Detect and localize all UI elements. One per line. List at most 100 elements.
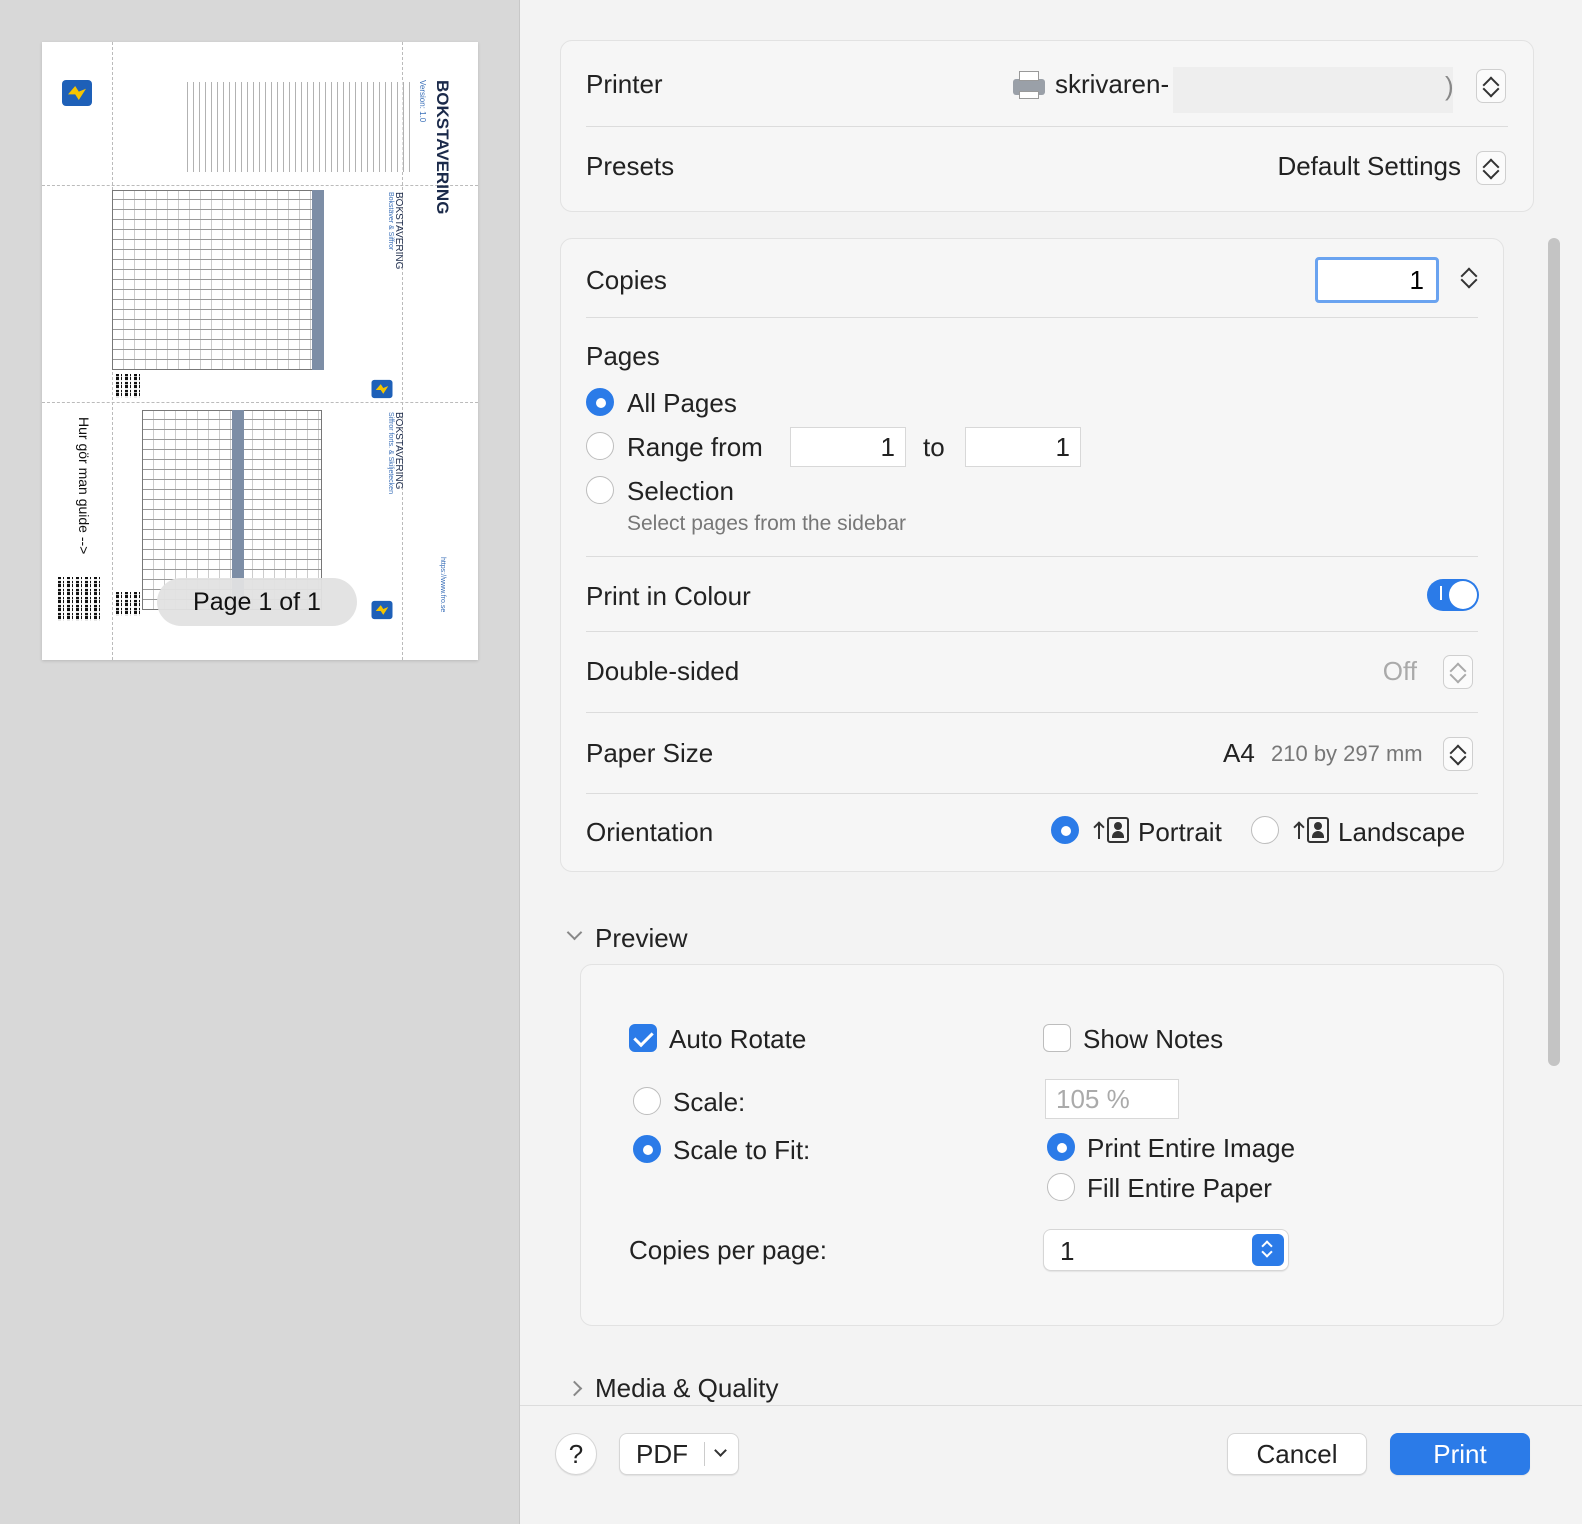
pages-label: Pages <box>586 341 660 371</box>
dialog-footer: ? PDF Cancel Print <box>520 1405 1582 1524</box>
paper-size-select[interactable]: A4 <box>1223 738 1255 769</box>
page-indicator: Page 1 of 1 <box>157 578 357 626</box>
range-from-label: Range from <box>627 432 763 462</box>
preview-sidebar: BOKSTAVERING Version: 1.0 Bokstäver & Si… <box>0 0 520 1524</box>
scale-radio[interactable] <box>633 1087 661 1115</box>
copies-per-page-label: Copies per page: <box>629 1235 828 1265</box>
doc-title: BOKSTAVERING <box>433 80 452 215</box>
copies-stepper[interactable] <box>1455 261 1485 295</box>
show-notes-label: Show Notes <box>1083 1024 1224 1054</box>
cancel-button[interactable]: Cancel <box>1227 1433 1367 1475</box>
scale-input[interactable]: 105 % <box>1045 1079 1179 1119</box>
landscape-icon <box>1307 817 1329 843</box>
divider <box>586 317 1478 318</box>
portrait-arrow-icon <box>1094 821 1104 839</box>
colour-toggle[interactable] <box>1427 579 1479 611</box>
fro-logo <box>62 80 92 106</box>
divider <box>586 712 1478 713</box>
doc-table <box>112 190 322 370</box>
pdf-menu-button[interactable]: PDF <box>619 1433 739 1475</box>
auto-rotate-label: Auto Rotate <box>669 1024 807 1054</box>
scrollbar[interactable] <box>1548 238 1560 1066</box>
printer-suffix: ) <box>1445 71 1454 101</box>
divider <box>586 126 1508 127</box>
copies-input[interactable] <box>1315 257 1439 303</box>
selection-radio[interactable] <box>586 476 614 504</box>
chevron-down-icon <box>714 1444 727 1457</box>
options-card: Copies Pages All Pages Range from 1 to 1… <box>560 238 1504 872</box>
printer-select[interactable]: skrivaren- <box>1055 69 1169 100</box>
copies-per-page-value: 1 <box>1060 1236 1075 1266</box>
scale-label: Scale: <box>673 1087 746 1117</box>
paper-size-detail: 210 by 297 mm <box>1271 741 1423 766</box>
fro-logo <box>371 600 393 620</box>
printer-name-redacted <box>1173 67 1453 113</box>
print-settings: Printer skrivaren- ) Presets Default Set… <box>520 0 1582 1405</box>
portrait-radio[interactable] <box>1051 816 1079 844</box>
printer-card: Printer skrivaren- ) Presets Default Set… <box>560 40 1534 212</box>
doc-version: Version: 1.0 <box>418 80 427 123</box>
auto-rotate-checkbox[interactable] <box>629 1024 657 1052</box>
crop-guide <box>42 402 478 403</box>
printer-icon <box>1013 71 1045 99</box>
pdf-label: PDF <box>636 1439 688 1469</box>
qr-code <box>116 374 140 398</box>
doc-table-header <box>312 190 324 370</box>
double-sided-select[interactable]: Off <box>1383 656 1417 687</box>
print-entire-image-label: Print Entire Image <box>1087 1133 1296 1163</box>
printer-label: Printer <box>586 69 663 99</box>
preview-section-title[interactable]: Preview <box>595 923 687 954</box>
print-button[interactable]: Print <box>1390 1433 1530 1475</box>
landscape-radio[interactable] <box>1251 816 1279 844</box>
fro-logo <box>371 379 393 399</box>
doc-section-title: BOKSTAVERING <box>393 412 404 490</box>
copies-per-page-select[interactable]: 1 <box>1043 1229 1289 1271</box>
preview-options-card: Auto Rotate Show Notes Scale: 105 % Scal… <box>580 964 1504 1326</box>
doc-url: https://www.fro.se <box>439 557 446 613</box>
doc-section-title: BOKSTAVERING <box>393 192 404 270</box>
divider <box>586 556 1478 557</box>
colour-label: Print in Colour <box>586 581 751 611</box>
all-pages-radio[interactable] <box>586 388 614 416</box>
crop-guide <box>42 185 478 186</box>
portrait-icon <box>1107 817 1129 843</box>
printer-popup-chevrons[interactable] <box>1476 69 1506 103</box>
range-radio[interactable] <box>586 432 614 460</box>
presets-label: Presets <box>586 151 675 181</box>
paper-size-label: Paper Size <box>586 738 714 768</box>
paper-size-chevrons[interactable] <box>1443 737 1473 771</box>
show-notes-checkbox[interactable] <box>1043 1024 1071 1052</box>
range-to-label: to <box>923 432 945 462</box>
media-quality-disclosure-icon[interactable] <box>566 1380 583 1397</box>
preview-disclosure-icon[interactable] <box>566 924 583 941</box>
double-sided-label: Double-sided <box>586 656 740 686</box>
range-start-input[interactable]: 1 <box>790 427 906 467</box>
print-entire-image-radio[interactable] <box>1047 1133 1075 1161</box>
qr-code <box>58 577 102 621</box>
fill-entire-paper-label: Fill Entire Paper <box>1087 1173 1272 1203</box>
double-sided-chevrons[interactable] <box>1443 655 1473 689</box>
selection-label: Selection <box>627 476 734 506</box>
orientation-label: Orientation <box>586 817 714 847</box>
doc-text-block <box>182 82 412 172</box>
copies-label: Copies <box>586 265 667 295</box>
scale-to-fit-label: Scale to Fit: <box>673 1135 811 1165</box>
page-thumbnail[interactable]: BOKSTAVERING Version: 1.0 Bokstäver & Si… <box>42 42 478 660</box>
popup-chevrons-icon <box>1252 1234 1284 1266</box>
range-end-input[interactable]: 1 <box>965 427 1081 467</box>
help-button[interactable]: ? <box>555 1433 597 1475</box>
selection-hint: Select pages from the sidebar <box>627 512 906 535</box>
presets-popup-chevrons[interactable] <box>1476 151 1506 185</box>
all-pages-label: All Pages <box>627 388 737 418</box>
portrait-label: Portrait <box>1138 817 1222 847</box>
landscape-label: Landscape <box>1338 817 1466 847</box>
divider <box>586 793 1478 794</box>
fill-entire-paper-radio[interactable] <box>1047 1173 1075 1201</box>
landscape-arrow-icon <box>1294 821 1304 839</box>
scale-to-fit-radio[interactable] <box>633 1135 661 1163</box>
pdf-divider <box>704 1442 705 1466</box>
media-quality-title[interactable]: Media & Quality <box>595 1373 779 1404</box>
qr-code <box>116 592 140 616</box>
presets-select[interactable]: Default Settings <box>1277 151 1461 182</box>
divider <box>586 631 1478 632</box>
